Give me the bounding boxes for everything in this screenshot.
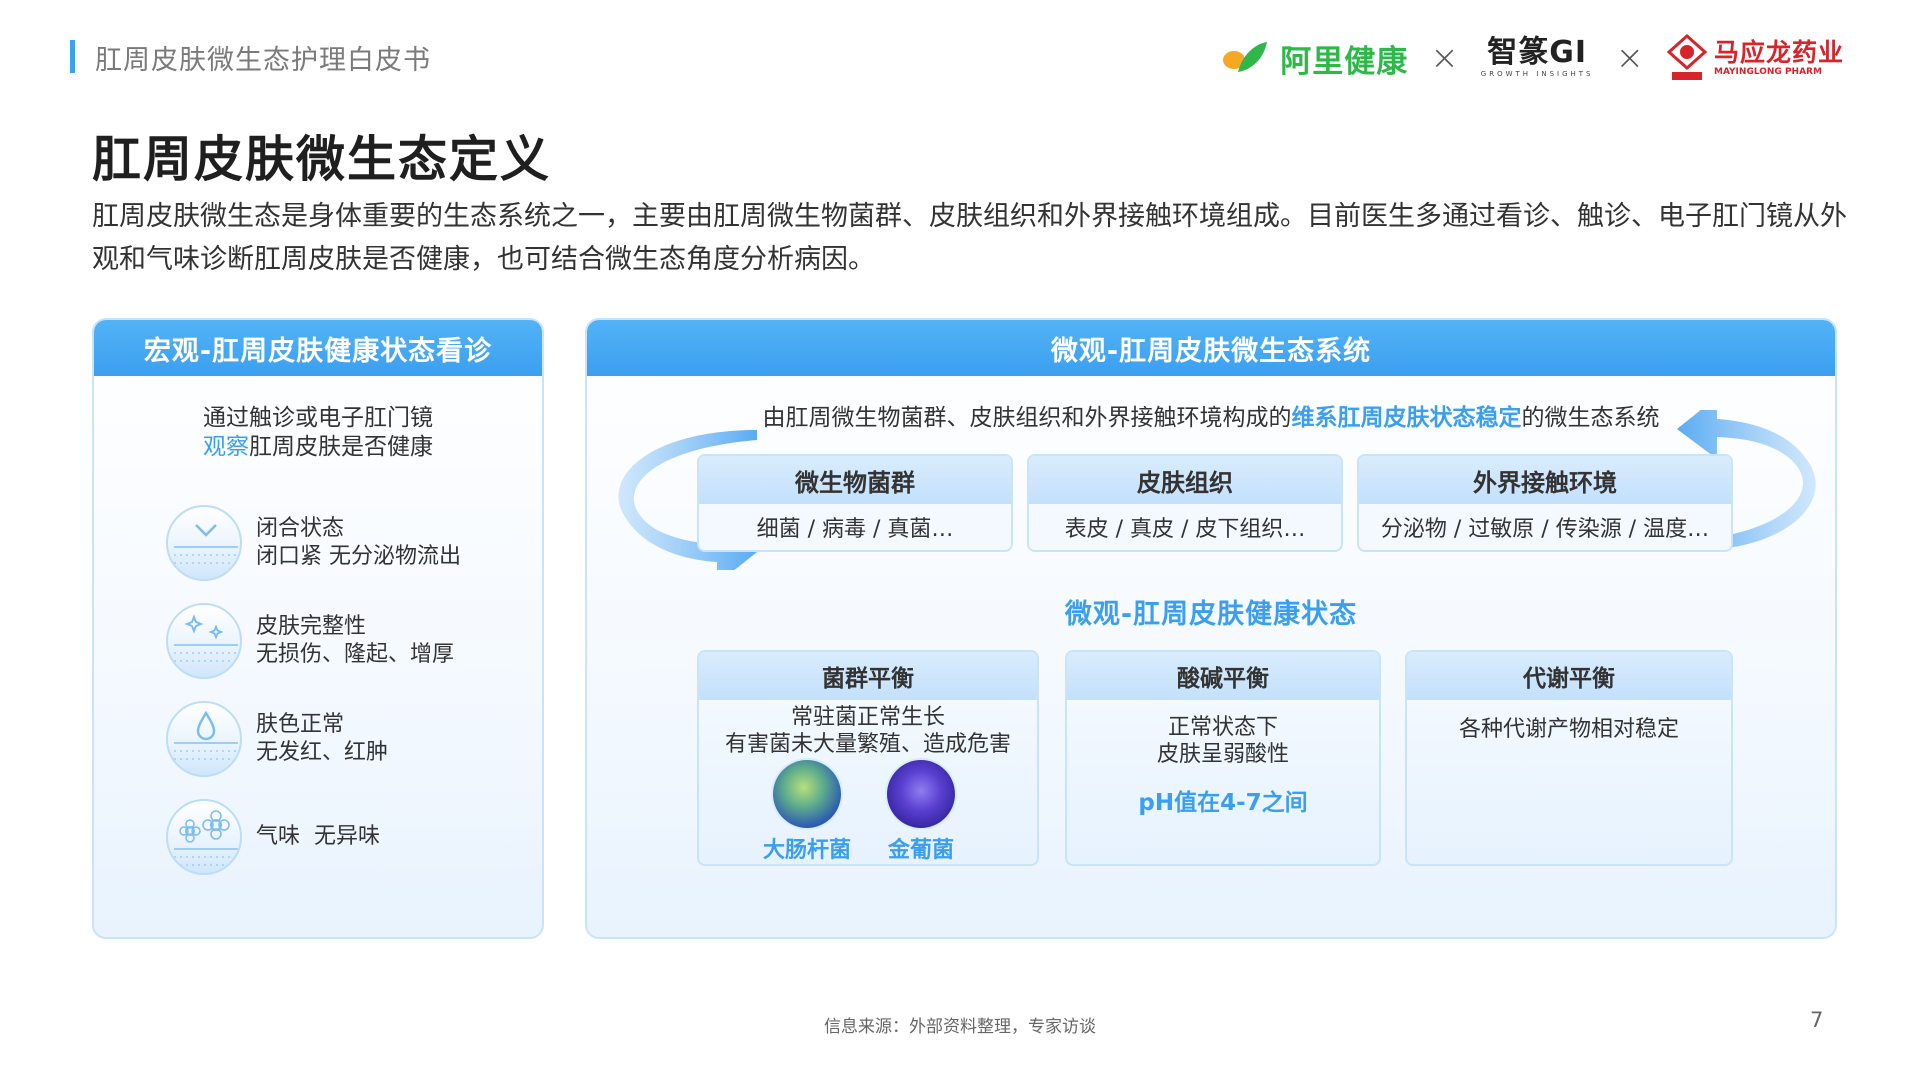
state-ph-balance: 酸碱平衡 正常状态下 皮肤呈弱酸性 pH值在4-7之间 [1065, 650, 1381, 866]
logo-separator: × [1430, 38, 1459, 78]
criterion-desc: 闭口紧 无分泌物流出 [256, 544, 461, 569]
bacteria-label: 大肠杆菌 [763, 838, 852, 863]
criterion-title: 皮肤完整性 [256, 614, 367, 639]
observation-text: 通过触诊或电子肛门镜 观察肛周皮肤是否健康 [94, 404, 542, 462]
skin-tone-icon [166, 701, 242, 777]
component-content: 细菌 / 病毒 / 真菌… [756, 517, 954, 542]
criterion-title: 肤色正常 [256, 712, 345, 737]
source-note: 信息来源：外部资料整理，专家访谈 [824, 1017, 1096, 1037]
component-title: 微生物菌群 [699, 456, 1011, 504]
component-environment: 外界接触环境 分泌物 / 过敏原 / 传染源 / 温度… [1357, 454, 1733, 552]
state-flora-balance: 菌群平衡 常驻菌正常生长 有害菌未大量繁殖、造成危害 大肠杆菌 金葡菌 [697, 650, 1039, 866]
criterion-skin-integrity: 皮肤完整性 无损伤、隆起、增厚 [166, 603, 454, 679]
staphylococcus-icon [887, 760, 955, 828]
component-title: 皮肤组织 [1029, 456, 1341, 504]
criterion-title: 气味 [256, 824, 301, 849]
macro-panel-title: 宏观-肛周皮肤健康状态看诊 [94, 320, 542, 376]
micro-panel-title: 微观-肛周皮肤微生态系统 [587, 320, 1835, 376]
partner-logos: 阿里健康 × 智篆GI GROWTH INSIGHTS × 马应龙药业 MAYI… [1220, 28, 1844, 88]
criterion-desc: 无发红、红肿 [256, 740, 389, 765]
state-line-2: 皮肤呈弱酸性 [1156, 742, 1289, 767]
state-title: 酸碱平衡 [1067, 652, 1379, 700]
report-title: 肛周皮肤微生态护理白皮书 [95, 45, 431, 76]
alihealth-logo: 阿里健康 [1220, 36, 1408, 81]
bacteria-staphylococcus: 金葡菌 [885, 760, 957, 864]
alihealth-name: 阿里健康 [1280, 43, 1409, 80]
state-title: 菌群平衡 [699, 652, 1037, 700]
page-title: 肛周皮肤微生态定义 [92, 131, 552, 188]
micro-ecosystem-panel: 微观-肛周皮肤微生态系统 由肛周微生物菌群、皮肤组织和外界接触环境构成的维系肛周… [585, 318, 1837, 939]
skin-integrity-icon [166, 603, 242, 679]
zhizhuan-logo: 智篆GI GROWTH INSIGHTS [1481, 38, 1594, 78]
logo-separator: × [1615, 38, 1644, 78]
macro-diagnosis-panel: 宏观-肛周皮肤健康状态看诊 通过触诊或电子肛门镜 观察肛周皮肤是否健康 闭合状态… [92, 318, 544, 939]
state-title: 代谢平衡 [1407, 652, 1731, 700]
micro-health-title: 微观-肛周皮肤健康状态 [1064, 599, 1358, 630]
state-line-1: 各种代谢产物相对稳定 [1458, 717, 1679, 742]
component-microbiota: 微生物菌群 细菌 / 病毒 / 真菌… [697, 454, 1013, 552]
closed-state-icon [166, 505, 242, 581]
e-coli-icon [773, 760, 841, 828]
component-skin-tissue: 皮肤组织 表皮 / 真皮 / 皮下组织… [1027, 454, 1343, 552]
bacteria-label: 金葡菌 [887, 838, 954, 863]
mayinglong-english-name: MAYINGLONG PHARM [1713, 66, 1822, 77]
header-accent-bar [70, 40, 75, 73]
mayinglong-name: 马应龙药业 [1713, 37, 1844, 67]
component-content: 分泌物 / 过敏原 / 传染源 / 温度… [1380, 517, 1710, 542]
observation-line-2: 肛周皮肤是否健康 [249, 434, 433, 460]
observation-line-1: 通过触诊或电子肛门镜 [203, 405, 433, 431]
component-content: 表皮 / 真皮 / 皮下组织… [1064, 517, 1306, 542]
state-line-1: 正常状态下 [1167, 715, 1278, 740]
criterion-desc: 无损伤、隆起、增厚 [256, 642, 455, 667]
criterion-desc: 无异味 [314, 824, 381, 849]
state-line-1: 常驻菌正常生长 [790, 705, 945, 730]
state-line-2: 有害菌未大量繁殖、造成危害 [724, 732, 1011, 757]
component-title: 外界接触环境 [1359, 456, 1731, 504]
criterion-closed-state: 闭合状态 闭口紧 无分泌物流出 [166, 505, 461, 581]
page-number: 7 [1810, 1008, 1824, 1032]
zhizhuan-name: 智篆GI [1487, 35, 1588, 70]
criterion-skin-tone: 肤色正常 无发红、红肿 [166, 701, 388, 777]
criterion-title: 闭合状态 [256, 516, 345, 541]
odor-icon [166, 799, 242, 875]
alihealth-leaf-icon [1220, 38, 1270, 78]
criterion-odor: 气味 无异味 [166, 799, 380, 875]
bacteria-ecoli: 大肠杆菌 [763, 760, 851, 864]
intro-paragraph: 肛周皮肤微生态是身体重要的生态系统之一，主要由肛周微生物菌群、皮肤组织和外界接触… [92, 201, 1847, 275]
state-metabolic-balance: 代谢平衡 各种代谢产物相对稳定 [1405, 650, 1733, 866]
observation-highlight: 观察 [203, 434, 249, 460]
ph-range: pH值在4-7之间 [1138, 790, 1308, 816]
mayinglong-logo: 马应龙药业 MAYINGLONG PHARM [1666, 34, 1844, 82]
zhizhuan-subtitle: GROWTH INSIGHTS [1480, 70, 1594, 78]
mayinglong-emblem-icon [1666, 34, 1708, 80]
